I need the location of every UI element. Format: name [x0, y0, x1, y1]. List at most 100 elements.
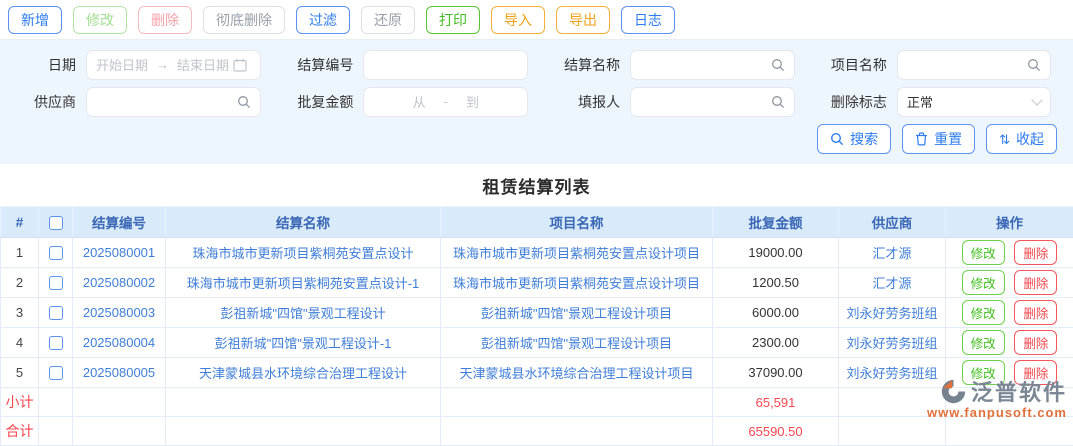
settlement-no-input[interactable]: [373, 57, 518, 72]
add-button[interactable]: 新增: [8, 6, 62, 34]
supplier-link[interactable]: 汇才源: [872, 246, 911, 261]
date-range-input[interactable]: 开始日期 → 结束日期: [86, 50, 261, 80]
header-settlement-name: 结算名称: [166, 207, 441, 238]
row-delete-button[interactable]: 删除: [1014, 360, 1057, 385]
row-checkbox[interactable]: [49, 366, 63, 380]
filter-panel: 日期 开始日期 → 结束日期 结算编号 结算名称: [0, 40, 1073, 164]
amount-separator: -: [444, 94, 448, 109]
project-name-label: 项目名称: [811, 55, 897, 75]
table-row: 3 2025080003 彭祖新城"四馆"景观工程设计 彭祖新城"四馆"景观工程…: [1, 298, 1073, 328]
settlement-name-link[interactable]: 珠海市城市更新项目紫桐苑安置点设计-1: [187, 276, 420, 291]
subtotal-amount: 65,591: [713, 388, 839, 417]
row-modify-button[interactable]: 修改: [962, 360, 1005, 385]
calendar-icon: [233, 58, 247, 72]
amount-from-placeholder: 从: [413, 92, 426, 111]
import-button[interactable]: 导入: [491, 6, 545, 34]
supplier-input[interactable]: [96, 94, 233, 109]
settlement-no-link[interactable]: 2025080001: [83, 245, 155, 260]
settlement-name-link[interactable]: 天津蒙城县水环境综合治理工程设计: [199, 366, 407, 381]
row-index: 1: [1, 238, 39, 268]
select-all-checkbox[interactable]: [49, 216, 63, 230]
approved-amount-cell: 2300.00: [713, 328, 839, 358]
supplier-label: 供应商: [0, 92, 86, 112]
search-button[interactable]: 搜索: [817, 124, 891, 154]
project-name-input[interactable]: [907, 57, 1023, 72]
supplier-link[interactable]: 刘永好劳务班组: [846, 336, 937, 351]
search-icon: [771, 95, 785, 109]
settlement-table: # 结算编号 结算名称 项目名称 批复金额 供应商 操作 1 202508000…: [0, 206, 1073, 446]
supplier-link[interactable]: 刘永好劳务班组: [846, 366, 937, 381]
supplier-link[interactable]: 汇才源: [872, 276, 911, 291]
settlement-no-link[interactable]: 2025080005: [83, 365, 155, 380]
subtotal-label: 小计: [1, 388, 39, 417]
table-header-row: # 结算编号 结算名称 项目名称 批复金额 供应商 操作: [1, 207, 1073, 238]
settlement-no-link[interactable]: 2025080004: [83, 335, 155, 350]
filter-button[interactable]: 过滤: [296, 6, 350, 34]
row-delete-button[interactable]: 删除: [1014, 300, 1057, 325]
row-checkbox[interactable]: [49, 336, 63, 350]
header-operation: 操作: [946, 207, 1073, 238]
collapse-icon: ⇅: [999, 133, 1010, 146]
reset-button[interactable]: 重置: [902, 124, 975, 154]
settlement-no-link[interactable]: 2025080003: [83, 305, 155, 320]
total-label: 合计: [1, 417, 39, 446]
project-name-link[interactable]: 彭祖新城"四馆"景观工程设计项目: [481, 336, 672, 351]
approved-amount-cell: 6000.00: [713, 298, 839, 328]
date-end-placeholder: 结束日期: [177, 55, 229, 74]
purge-delete-button[interactable]: 彻底删除: [203, 6, 285, 34]
delete-button[interactable]: 删除: [138, 6, 192, 34]
filler-input[interactable]: [640, 94, 767, 109]
trash-icon: [915, 132, 928, 146]
settlement-name-input[interactable]: [640, 57, 767, 72]
row-modify-button[interactable]: 修改: [962, 330, 1005, 355]
row-checkbox[interactable]: [49, 246, 63, 260]
total-row: 合计 65590.50: [1, 417, 1073, 446]
delete-flag-value: 正常: [907, 92, 1033, 111]
approved-amount-cell: 1200.50: [713, 268, 839, 298]
table-row: 5 2025080005 天津蒙城县水环境综合治理工程设计 天津蒙城县水环境综合…: [1, 358, 1073, 388]
delete-flag-label: 删除标志: [811, 92, 897, 112]
project-name-link[interactable]: 天津蒙城县水环境综合治理工程设计项目: [459, 366, 693, 381]
row-delete-button[interactable]: 删除: [1014, 330, 1057, 355]
date-label: 日期: [0, 55, 86, 75]
header-approved-amount: 批复金额: [713, 207, 839, 238]
export-button[interactable]: 导出: [556, 6, 610, 34]
project-name-link[interactable]: 珠海市城市更新项目紫桐苑安置点设计项目: [453, 276, 700, 291]
settlement-name-link[interactable]: 彭祖新城"四馆"景观工程设计-1: [215, 336, 392, 351]
settlement-no-link[interactable]: 2025080002: [83, 275, 155, 290]
row-modify-button[interactable]: 修改: [962, 300, 1005, 325]
modify-button[interactable]: 修改: [73, 6, 127, 34]
amount-range-input[interactable]: 从 - 到: [363, 87, 528, 117]
row-delete-button[interactable]: 删除: [1014, 240, 1057, 265]
search-icon: [771, 58, 785, 72]
search-icon: [830, 132, 844, 146]
search-icon: [237, 95, 251, 109]
header-settlement-no: 结算编号: [73, 207, 166, 238]
total-amount: 65590.50: [713, 417, 839, 446]
delete-flag-select[interactable]: 正常: [897, 87, 1051, 117]
project-name-link[interactable]: 珠海市城市更新项目紫桐苑安置点设计项目: [453, 246, 700, 261]
settlement-name-link[interactable]: 珠海市城市更新项目紫桐苑安置点设计: [192, 246, 413, 261]
search-icon: [1027, 58, 1041, 72]
toolbar: 新增 修改 删除 彻底删除 过滤 还原 打印 导入 导出 日志: [0, 0, 1073, 40]
row-modify-button[interactable]: 修改: [962, 240, 1005, 265]
print-button[interactable]: 打印: [426, 6, 480, 34]
table-row: 4 2025080004 彭祖新城"四馆"景观工程设计-1 彭祖新城"四馆"景观…: [1, 328, 1073, 358]
row-modify-button[interactable]: 修改: [962, 270, 1005, 295]
filler-label: 填报人: [544, 92, 630, 112]
table-row: 2 2025080002 珠海市城市更新项目紫桐苑安置点设计-1 珠海市城市更新…: [1, 268, 1073, 298]
settlement-name-link[interactable]: 彭祖新城"四馆"景观工程设计: [220, 306, 385, 321]
collapse-button[interactable]: ⇅ 收起: [986, 124, 1057, 154]
header-supplier: 供应商: [839, 207, 946, 238]
row-delete-button[interactable]: 删除: [1014, 270, 1057, 295]
supplier-link[interactable]: 刘永好劳务班组: [846, 306, 937, 321]
date-start-placeholder: 开始日期: [96, 55, 148, 74]
row-checkbox[interactable]: [49, 306, 63, 320]
header-index: #: [1, 207, 39, 238]
subtotal-row: 小计 65,591: [1, 388, 1073, 417]
restore-button[interactable]: 还原: [361, 6, 415, 34]
log-button[interactable]: 日志: [621, 6, 675, 34]
project-name-link[interactable]: 彭祖新城"四馆"景观工程设计项目: [481, 306, 672, 321]
approved-amount-cell: 37090.00: [713, 358, 839, 388]
row-checkbox[interactable]: [49, 276, 63, 290]
